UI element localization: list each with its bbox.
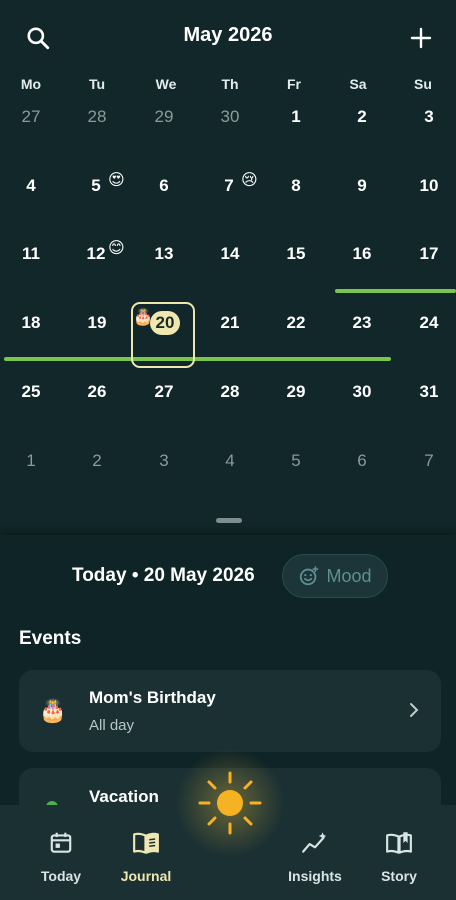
calendar-day-outside-month[interactable]: 4: [197, 451, 263, 471]
calendar-day[interactable]: 22: [263, 313, 329, 333]
mood-button[interactable]: Mood: [282, 554, 388, 598]
day-mood-emoji: 😊: [108, 240, 125, 257]
calendar-day[interactable]: 29: [263, 382, 329, 402]
event-subtitle: All day: [89, 717, 135, 734]
book-icon: [133, 832, 159, 854]
calendar-day[interactable]: 3: [396, 107, 456, 127]
nav-label: Today: [40, 868, 82, 884]
nav-journal[interactable]: Journal: [104, 830, 188, 884]
calendar-day[interactable]: 8: [263, 176, 329, 196]
event-title: Vacation: [89, 787, 159, 806]
story-icon: [386, 832, 412, 854]
weekday-label: We: [155, 76, 177, 92]
add-button[interactable]: [401, 18, 441, 58]
sun-icon: [198, 771, 262, 835]
nav-label: Story: [381, 868, 417, 884]
smiley-add-icon: [300, 566, 319, 586]
event-card[interactable]: 🎂 Mom's Birthday All day: [19, 670, 441, 752]
plus-icon: [410, 27, 432, 49]
calendar-day-outside-month[interactable]: 27: [0, 107, 64, 127]
calendar-day[interactable]: 15: [263, 244, 329, 264]
day-mood-emoji: 😢: [241, 172, 258, 189]
calendar-day[interactable]: 14: [197, 244, 263, 264]
calendar-day[interactable]: 9: [329, 176, 395, 196]
calendar-header: May 2026: [0, 0, 456, 76]
calendar-day-outside-month[interactable]: 29: [131, 107, 197, 127]
calendar-day[interactable]: 31: [396, 382, 456, 402]
calendar-day[interactable]: 18: [0, 313, 64, 333]
calendar-day[interactable]: 16: [329, 244, 395, 264]
cake-icon: 🎂: [39, 698, 67, 723]
sheet-drag-handle[interactable]: [216, 518, 242, 523]
chevron-right-icon: [409, 702, 419, 723]
vacation-range-bar: [4, 357, 391, 361]
chart-icon: [302, 832, 327, 853]
calendar-day[interactable]: 17: [396, 244, 456, 264]
nav-label: Journal: [120, 868, 172, 884]
calendar-day[interactable]: 30: [329, 382, 395, 402]
nav-today[interactable]: Today: [19, 830, 103, 884]
nav-story[interactable]: Story: [357, 830, 441, 884]
calendar-day[interactable]: 13: [131, 244, 197, 264]
day-mood-emoji: 😍: [108, 172, 125, 189]
calendar-day-outside-month[interactable]: 28: [64, 107, 130, 127]
mood-button-label: Mood: [326, 565, 372, 586]
calendar-day[interactable]: 6: [131, 176, 197, 196]
calendar-day[interactable]: 27: [131, 382, 197, 402]
nav-insights[interactable]: Insights: [273, 830, 357, 884]
event-title: Mom's Birthday: [89, 688, 216, 707]
weekday-label: Sa: [349, 76, 367, 92]
calendar-day[interactable]: 1: [263, 107, 329, 127]
weekday-label: Th: [221, 76, 239, 92]
calendar-day[interactable]: 25: [0, 382, 64, 402]
calendar-day[interactable]: 28: [197, 382, 263, 402]
calendar-day[interactable]: 24: [396, 313, 456, 333]
month-title[interactable]: May 2026: [0, 24, 456, 47]
calendar-day[interactable]: 4: [0, 176, 64, 196]
vacation-range-bar: [335, 289, 456, 293]
nav-label: Insights: [288, 868, 342, 884]
weekday-label: Mo: [20, 76, 42, 92]
calendar-day-outside-month[interactable]: 30: [197, 107, 263, 127]
calendar-icon: [50, 832, 72, 853]
calendar-day[interactable]: 26: [64, 382, 130, 402]
events-heading: Events: [19, 628, 82, 649]
weekday-label: Tu: [88, 76, 106, 92]
weekday-label: Su: [414, 76, 432, 92]
calendar-day[interactable]: 2: [329, 107, 395, 127]
sun-weather-button[interactable]: [198, 771, 262, 835]
calendar-day-outside-month[interactable]: 2: [64, 451, 130, 471]
calendar-day[interactable]: 19: [64, 313, 130, 333]
weekday-label: Fr: [287, 76, 301, 92]
calendar-day-outside-month[interactable]: 6: [329, 451, 395, 471]
calendar-day[interactable]: 23: [329, 313, 395, 333]
selected-date-label: Today • 20 May 2026: [72, 565, 255, 586]
day-birthday-emoji: 🎂: [133, 309, 153, 326]
calendar-day-outside-month[interactable]: 3: [131, 451, 197, 471]
calendar-day[interactable]: 21: [197, 313, 263, 333]
calendar-day-outside-month[interactable]: 1: [0, 451, 64, 471]
calendar-day-outside-month[interactable]: 5: [263, 451, 329, 471]
calendar-day[interactable]: 10: [396, 176, 456, 196]
today-date-pill: 20: [150, 311, 180, 335]
calendar-day-outside-month[interactable]: 7: [396, 451, 456, 471]
calendar-day[interactable]: 11: [0, 244, 64, 264]
weekday-row: Mo Tu We Th Fr Sa Su: [0, 76, 456, 96]
